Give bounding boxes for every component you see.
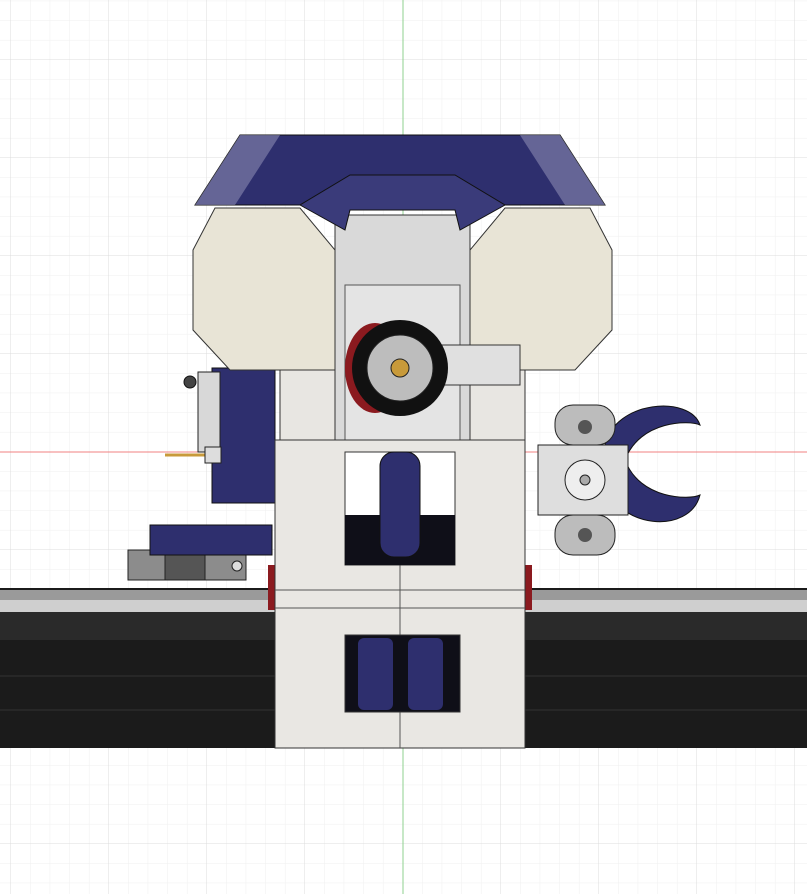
cad-viewport[interactable]	[0, 0, 807, 894]
carriage-block[interactable]	[274, 439, 526, 749]
left-shell-pod	[192, 207, 336, 371]
brass-hub	[390, 358, 410, 378]
viewport-canvas[interactable]	[0, 0, 807, 894]
